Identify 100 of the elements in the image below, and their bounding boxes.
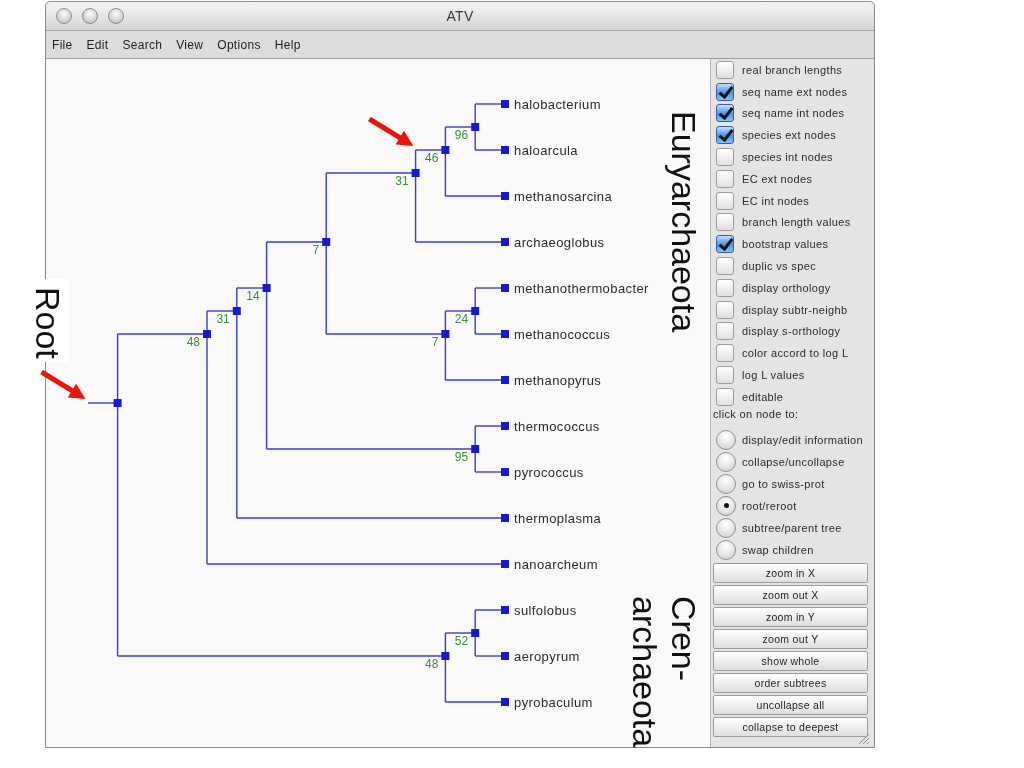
checkbox[interactable] xyxy=(716,257,734,276)
node-marker-icon[interactable] xyxy=(501,560,509,568)
checkbox-label: editable xyxy=(742,390,784,403)
node-marker-icon[interactable] xyxy=(262,284,271,292)
radio-label: display/edit information xyxy=(742,433,863,446)
checkbox-label: display subtr-neighb xyxy=(742,303,848,316)
node-marker-icon[interactable] xyxy=(501,284,509,292)
node-marker-icon[interactable] xyxy=(113,399,122,407)
panel-button[interactable]: show whole xyxy=(713,650,868,671)
resize-grip-icon[interactable] xyxy=(856,731,870,745)
panel-button[interactable]: collapse to deepest xyxy=(713,716,868,737)
checkbox[interactable] xyxy=(716,213,734,232)
leaf-label: thermococcus xyxy=(514,418,600,434)
bootstrap-value: 7 xyxy=(312,243,320,257)
checkbox-label: display s-orthology xyxy=(742,325,841,338)
leaf-label: nanoarcheum xyxy=(514,556,598,572)
radio-button[interactable] xyxy=(716,539,736,560)
node-marker-icon[interactable] xyxy=(441,652,450,660)
radio-button[interactable] xyxy=(716,473,736,494)
checkbox-label: EC ext nodes xyxy=(742,172,813,185)
checkbox[interactable] xyxy=(716,82,734,101)
checkbox-label: seq name ext nodes xyxy=(742,85,848,98)
bootstrap-value: 14 xyxy=(246,289,260,303)
node-marker-icon[interactable] xyxy=(501,146,509,154)
zoom-button[interactable] xyxy=(108,8,124,24)
node-marker-icon[interactable] xyxy=(501,330,509,338)
checkbox[interactable] xyxy=(716,126,734,145)
window-title: ATV xyxy=(446,8,474,24)
checkbox[interactable] xyxy=(716,235,734,254)
checkbox[interactable] xyxy=(716,344,734,363)
connector-line xyxy=(474,425,476,473)
radio-label: swap children xyxy=(742,543,814,556)
node-marker-icon[interactable] xyxy=(441,330,450,338)
node-marker-icon[interactable] xyxy=(232,307,241,315)
checkbox[interactable] xyxy=(716,104,734,123)
checkbox[interactable] xyxy=(716,191,734,210)
radio-button[interactable] xyxy=(716,429,736,450)
panel-button[interactable]: order subtrees xyxy=(713,672,868,693)
node-marker-icon[interactable] xyxy=(501,606,509,614)
leaf-label: methanococcus xyxy=(514,326,611,342)
leaf-label: methanopyrus xyxy=(514,372,602,388)
node-marker-icon[interactable] xyxy=(411,169,420,177)
bootstrap-value: 31 xyxy=(395,174,409,188)
checkbox[interactable] xyxy=(716,387,734,406)
radio-button[interactable] xyxy=(716,495,736,516)
checkbox-label: species ext nodes xyxy=(742,129,836,142)
checkbox[interactable] xyxy=(716,322,734,341)
minimize-button[interactable] xyxy=(82,8,98,24)
checkbox[interactable] xyxy=(716,300,734,319)
node-marker-icon[interactable] xyxy=(322,238,331,246)
bootstrap-value: 52 xyxy=(454,634,469,648)
radio-button[interactable] xyxy=(716,451,736,472)
node-marker-icon[interactable] xyxy=(501,192,509,200)
checkbox[interactable] xyxy=(716,278,734,297)
menu-item[interactable]: Help xyxy=(274,37,301,52)
connector-line xyxy=(474,103,476,151)
section-label: click on node to: xyxy=(713,407,800,422)
checkbox[interactable] xyxy=(716,60,734,79)
leaf-label: halobacterium xyxy=(514,96,601,112)
node-marker-icon[interactable] xyxy=(471,123,480,131)
node-marker-icon[interactable] xyxy=(471,307,480,315)
panel-button[interactable]: zoom out X xyxy=(713,584,868,605)
node-marker-icon[interactable] xyxy=(501,238,509,246)
checkbox-label: species int nodes xyxy=(742,151,833,164)
node-marker-icon[interactable] xyxy=(501,514,509,522)
bootstrap-value: 48 xyxy=(186,335,200,349)
leaf-label: sulfolobus xyxy=(514,602,577,618)
checkbox[interactable] xyxy=(716,366,734,385)
checkbox-label: display orthology xyxy=(742,281,831,294)
menu-item[interactable]: Edit xyxy=(86,37,109,52)
menu-item[interactable]: File xyxy=(52,37,73,52)
close-button[interactable] xyxy=(56,8,72,24)
panel-button[interactable]: uncollapse all xyxy=(713,694,868,715)
node-marker-icon[interactable] xyxy=(501,468,509,476)
leaf-label: aeropyrum xyxy=(514,648,580,664)
node-marker-icon[interactable] xyxy=(471,629,480,637)
node-marker-icon[interactable] xyxy=(501,652,509,660)
radio-label: go to swiss-prot xyxy=(742,477,825,490)
connector-line xyxy=(444,126,447,197)
node-marker-icon[interactable] xyxy=(501,422,509,430)
node-marker-icon[interactable] xyxy=(203,330,211,338)
radio-label: subtree/parent tree xyxy=(742,521,842,534)
menu-item[interactable]: View xyxy=(176,37,204,52)
radio-button[interactable] xyxy=(716,517,736,538)
connector-line xyxy=(444,310,447,381)
node-marker-icon[interactable] xyxy=(501,376,509,384)
bootstrap-value: 96 xyxy=(454,128,469,142)
checkbox[interactable] xyxy=(716,169,734,188)
menu-item[interactable]: Options xyxy=(217,37,261,52)
node-marker-icon[interactable] xyxy=(501,100,509,108)
node-marker-icon[interactable] xyxy=(471,445,480,453)
connector-line xyxy=(474,609,476,657)
node-marker-icon[interactable] xyxy=(441,146,450,154)
menu-item[interactable]: Search xyxy=(122,37,163,52)
checkbox[interactable] xyxy=(716,148,734,167)
checkbox-label: real branch lengths xyxy=(742,63,843,76)
node-marker-icon[interactable] xyxy=(501,698,509,706)
panel-button[interactable]: zoom in Y xyxy=(713,606,868,627)
panel-button[interactable]: zoom out Y xyxy=(713,628,868,649)
panel-button[interactable]: zoom in X xyxy=(713,562,868,583)
